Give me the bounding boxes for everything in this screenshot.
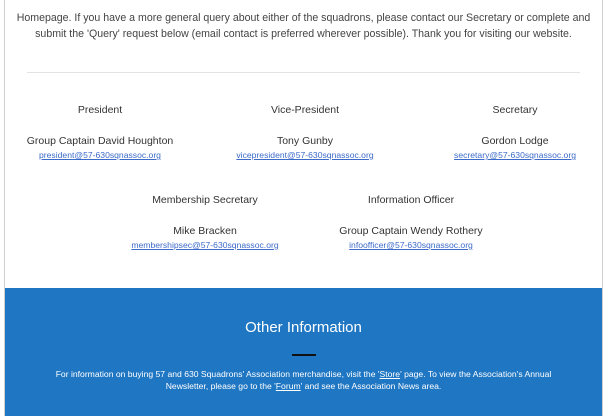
contact-email-link[interactable]: secretary@57-630sqnassoc.org xyxy=(415,150,607,161)
contact-name: Gordon Lodge xyxy=(481,135,549,147)
other-information-section: Other Information For information on buy… xyxy=(5,288,602,416)
contact-role: Membership Secretary xyxy=(152,194,258,206)
contact-name: Mike Bracken xyxy=(173,225,237,237)
intro-line-1: Homepage. If you have a more general que… xyxy=(16,12,591,24)
contact-name: Tony Gunby xyxy=(276,135,334,147)
contact-role: Information Officer xyxy=(367,194,455,206)
text-part: For information on buying 57 and 630 Squ… xyxy=(55,369,380,379)
contact-membership-secretary: Membership Secretary Mike Bracken member… xyxy=(105,194,305,251)
contact-president: President Group Captain David Houghton p… xyxy=(0,104,200,161)
intro-text: Homepage. If you have a more general que… xyxy=(9,10,598,42)
text-part: Newsletter, please go to the ' xyxy=(165,381,276,391)
text-part: ' and see the Association News area. xyxy=(300,381,442,391)
contact-role: Secretary xyxy=(492,104,538,116)
contact-name: Group Captain David Houghton xyxy=(26,135,174,147)
other-information-title: Other Information xyxy=(245,319,362,336)
contact-email-link[interactable]: president@57-630sqnassoc.org xyxy=(0,150,200,161)
forum-link[interactable]: Forum xyxy=(276,381,301,391)
contact-role: President xyxy=(77,104,123,116)
contact-information-officer: Information Officer Group Captain Wendy … xyxy=(311,194,511,251)
contact-name: Group Captain Wendy Rothery xyxy=(339,225,483,237)
contact-email-link[interactable]: infoofficer@57-630sqnassoc.org xyxy=(311,240,511,251)
intro-line-2: submit the 'Query' request below (email … xyxy=(35,28,572,40)
contact-secretary: Secretary Gordon Lodge secretary@57-630s… xyxy=(415,104,607,161)
title-underline xyxy=(291,354,316,356)
section-divider xyxy=(27,72,580,73)
other-information-text: For information on buying 57 and 630 Squ… xyxy=(35,368,572,392)
store-link[interactable]: Store xyxy=(380,369,401,379)
text-part: ' page. To view the Association's Annual xyxy=(400,369,552,379)
contact-vice-president: Vice-President Tony Gunby vicepresident@… xyxy=(205,104,405,161)
contact-role: Vice-President xyxy=(270,104,340,116)
contact-email-link[interactable]: membershipsec@57-630sqnassoc.org xyxy=(105,240,305,251)
contact-email-link[interactable]: vicepresident@57-630sqnassoc.org xyxy=(205,150,405,161)
